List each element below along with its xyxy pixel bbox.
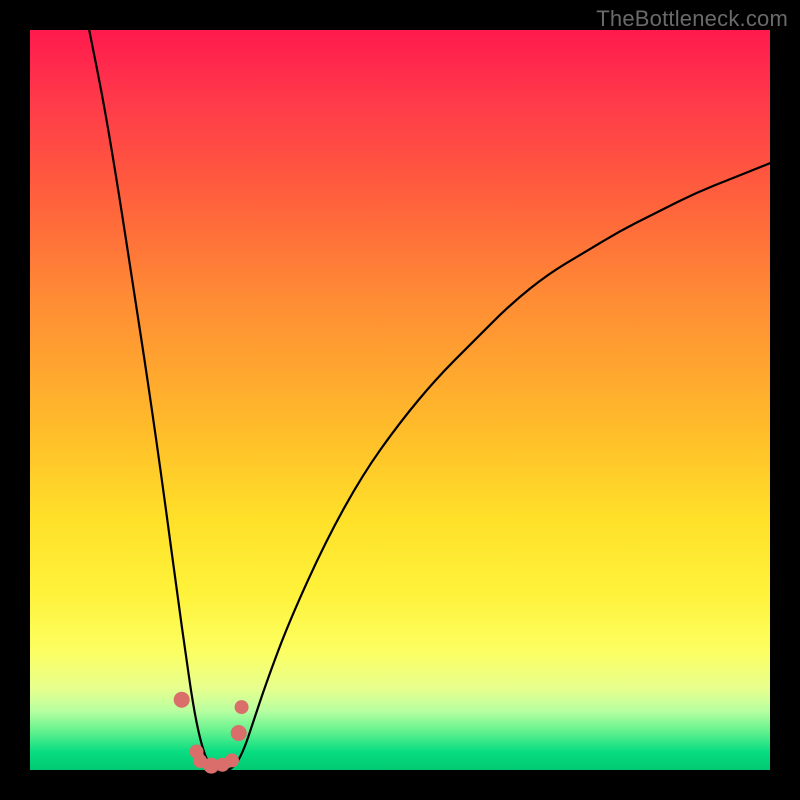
bottleneck-curve xyxy=(89,30,770,770)
curve-marker xyxy=(235,700,249,714)
plot-area xyxy=(30,30,770,770)
curve-marker xyxy=(225,753,239,767)
curve-marker xyxy=(231,725,247,741)
curve-marker xyxy=(174,692,190,708)
attribution-label: TheBottleneck.com xyxy=(596,6,788,32)
curve-layer xyxy=(30,30,770,770)
chart-frame: TheBottleneck.com xyxy=(0,0,800,800)
marker-group xyxy=(174,692,249,774)
